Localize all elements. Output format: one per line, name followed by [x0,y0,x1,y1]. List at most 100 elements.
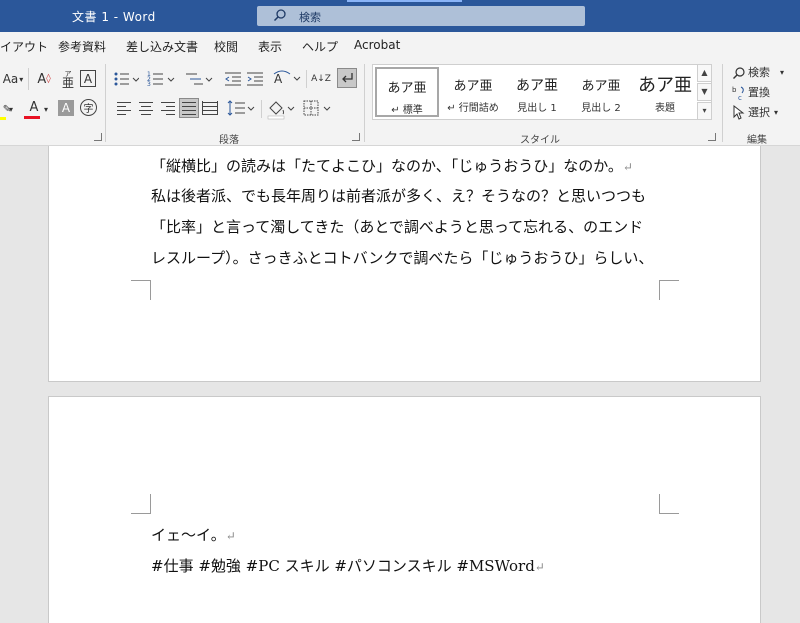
svg-text:b: b [732,86,737,94]
editing-group-label: 編集 [747,135,767,146]
styles-dialog-launcher-icon[interactable] [708,133,716,141]
group-divider [105,64,106,142]
enclose-char-label: 字 [83,104,94,115]
find-button[interactable]: 検索 ▾ [730,64,800,82]
paragraph-inner-divider [306,70,307,88]
search-placeholder: 検索 [299,11,321,24]
hashtag-line: #仕事 #勉強 #PC スキル #パソコンスキル #MSWord↵ [151,557,545,575]
margin-corner-marker [131,494,151,514]
replace-button[interactable]: bc 置換 [730,84,800,102]
highlight-dropdown-icon[interactable]: ▾ [9,103,13,117]
body-text-line: 「縦横比」の読みは「たてよこひ」なのか、「じゅうおうひ」なのか。↵ [151,157,633,175]
font-color-dropdown-icon[interactable]: ▾ [44,103,48,117]
document-page-1[interactable]: 「縦横比」の読みは「たてよこひ」なのか、「じゅうおうひ」なのか。↵ 私は後者派、… [48,146,761,382]
document-page-2[interactable]: イェ〜イ。↵ #仕事 #勉強 #PC スキル #パソコンスキル #MSWord↵ [48,396,761,623]
select-label: 選択 [748,106,770,119]
font-color-label: A [29,99,39,115]
tab-layout[interactable]: イアウト [0,38,48,55]
increase-indent-icon[interactable] [246,70,264,88]
font-color-swatch [24,116,40,119]
char-shading-button[interactable]: A [58,100,74,116]
scroll-up-icon[interactable]: ▲ [697,64,712,82]
paragraph-dialog-launcher-icon[interactable] [352,133,360,141]
show-formatting-marks-button[interactable] [337,68,357,88]
paragraph-mark-icon [342,73,353,83]
style-name: 見出し 1 [517,103,557,114]
style-sample: あア亜 [516,78,558,94]
body-text-line: レスループ）。さっきふとコトバンクで調べたら「じゅうおうひ」らしい、 [151,249,654,267]
scroll-down-icon[interactable]: ▼ [697,83,712,101]
cursor-icon [733,105,745,120]
ribbon-tabs: イアウト 参考資料 差し込み文書 校閲 表示 ヘルプ Acrobat [0,32,800,60]
distributed-icon[interactable] [201,99,219,117]
char-shading-label: A [61,101,71,115]
highlight-color-swatch [0,117,6,120]
change-case-label: Aa [2,72,19,86]
paragraph-inner-divider-2 [261,100,262,118]
sort-button[interactable]: A↓Z [311,69,331,89]
style-sample: あア亜 [638,75,692,96]
paragraph-mark: ↵ [534,560,545,574]
find-dropdown-icon: ▾ [780,68,785,77]
body-text-line: 私は後者派、でも長年周りは前者派が多く、え？そうなの？と思いつつも [151,187,647,205]
style-normal[interactable]: あア亜 ↵ 標準 [374,66,440,118]
body-text-line: イェ〜イ。↵ [151,526,236,544]
margin-corner-marker [659,494,679,514]
tab-mailings[interactable]: 差し込み文書 [126,38,198,55]
tab-references[interactable]: 参考資料 [58,38,106,55]
style-sample: あア亜 [387,81,427,96]
search-box[interactable]: 検索 [257,6,585,26]
styles-scroll: ▲ ▼ ▾ [697,64,712,120]
char-border-button[interactable]: A [80,70,96,87]
tab-acrobat[interactable]: Acrobat [354,38,400,52]
shading-icon[interactable] [266,98,296,120]
font-divider [28,68,29,90]
change-case-button[interactable]: Aa ▾ [0,70,26,88]
borders-icon[interactable] [302,99,332,117]
numbering-icon[interactable]: 1 2 3 [147,70,175,88]
style-no-spacing[interactable]: あア亜 ↵ 行間詰め [441,67,505,117]
multilevel-list-icon[interactable] [185,70,213,88]
paragraph-mark: ↵ [225,529,236,543]
find-label: 検索 [748,66,770,79]
more-styles-icon[interactable]: ▾ [697,102,712,120]
enclose-char-button[interactable]: 字 [80,99,97,116]
styles-gallery: あア亜 ↵ 標準 あア亜 ↵ 行間詰め あア亜 見出し 1 あア亜 見出し 2 … [372,64,712,120]
style-name: ↵ 標準 [391,105,423,116]
margin-corner-marker [131,280,151,300]
select-button[interactable]: 選択 ▾ [730,104,800,122]
style-name: 表題 [655,103,675,114]
text-direction-icon[interactable]: A [273,69,301,89]
decrease-indent-icon[interactable] [224,70,242,88]
clear-format-button[interactable]: A ◊ [34,70,54,88]
char-border-label: A [83,71,93,86]
style-title[interactable]: あア亜 表題 [633,67,697,117]
styles-group-label: スタイル [520,135,560,146]
style-name: ↵ 行間詰め [447,103,499,114]
font-dialog-launcher-icon[interactable] [94,133,102,141]
ribbon: Aa ▾ A ◊ ア 亜 A ✎ ▾ A ▾ A 字 1 2 3 A A↓Z 段… [0,60,800,146]
body-text-line: 「比率」と言って濁してきた（あとで調べようと思って忘れる、のエンド [151,218,644,236]
phonetic-guide-button[interactable]: ア 亜 [58,68,78,90]
select-dropdown-icon: ▾ [774,108,779,117]
font-color-button[interactable]: A [24,98,44,116]
align-left-icon[interactable] [115,99,133,117]
align-right-icon[interactable] [159,99,177,117]
tab-help[interactable]: ヘルプ [302,38,338,55]
tab-review[interactable]: 校閲 [214,38,238,55]
align-center-icon[interactable] [137,99,155,117]
window-title: 文書 1 - Word [72,10,156,24]
tab-view[interactable]: 表示 [258,38,282,55]
replace-icon: bc [732,86,744,101]
sort-label: A↓Z [311,73,331,84]
justify-icon[interactable] [179,98,199,118]
search-icon [733,67,745,79]
style-heading-2[interactable]: あア亜 見出し 2 [569,67,633,117]
svg-text:A: A [274,72,283,86]
bullets-icon[interactable] [113,70,139,88]
style-sample: あア亜 [453,79,493,94]
title-bar: 文書 1 - Word 検索 [0,0,800,32]
style-heading-1[interactable]: あア亜 見出し 1 [505,67,569,117]
replace-label: 置換 [748,86,770,99]
line-spacing-icon[interactable] [227,99,255,117]
